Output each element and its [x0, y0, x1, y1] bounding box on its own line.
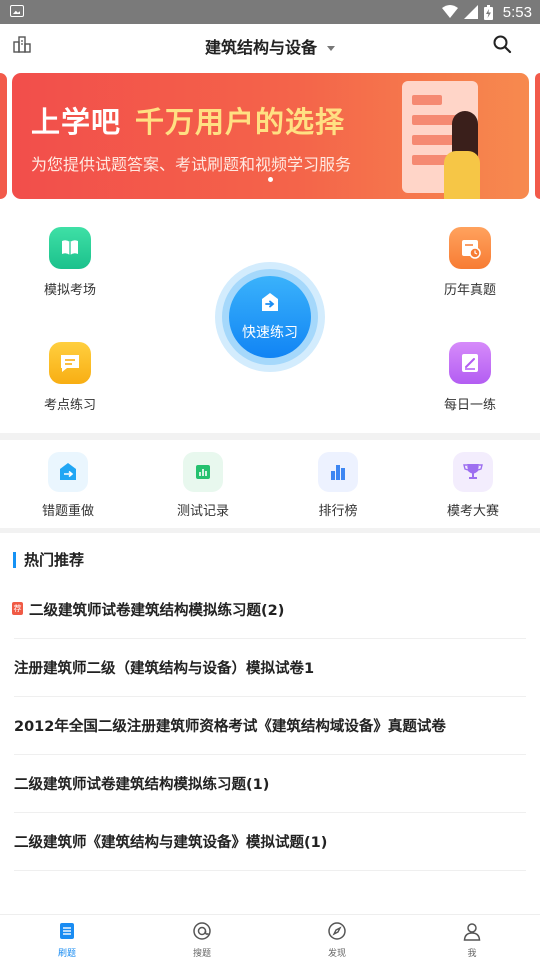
- tab-practice[interactable]: 刷题: [37, 921, 97, 959]
- status-icons: 5:53: [441, 0, 532, 24]
- section-divider: [0, 528, 540, 533]
- trophy-icon: [453, 452, 493, 492]
- clock-time: 5:53: [502, 3, 532, 21]
- status-bar: 5:53: [0, 0, 540, 24]
- banner-title: 上学吧 千万用户的选择: [31, 99, 345, 141]
- daily-practice-label: 每日一练: [443, 398, 496, 413]
- banner-prev-peek: [0, 73, 7, 199]
- edit-icon: [449, 342, 491, 384]
- wrong-redo-label: 错题重做: [41, 504, 94, 519]
- recommend-badge: 荐: [12, 602, 23, 615]
- list-item-title: 注册建筑师二级（建筑结构与设备）模拟试卷1: [14, 661, 315, 677]
- chart-record-icon: [183, 452, 223, 492]
- calendar-clock-icon: [449, 227, 491, 269]
- user-icon: [463, 923, 481, 941]
- ranking-entry[interactable]: 排行榜: [288, 452, 388, 519]
- quick-practice-core: 快速练习: [229, 276, 311, 358]
- bar-chart-icon: [318, 452, 358, 492]
- list-item[interactable]: 注册建筑师二级（建筑结构与设备）模拟试卷1: [14, 639, 526, 697]
- ranking-label: 排行榜: [318, 504, 358, 519]
- list-item[interactable]: 二级建筑师《建筑结构与建筑设备》模拟试题(1): [14, 813, 526, 871]
- list-item-title: 二级建筑师试卷建筑结构模拟练习题(2): [29, 603, 285, 619]
- daily-practice-entry[interactable]: 每日一练: [415, 342, 525, 413]
- bottom-tab-bar: 刷题 搜题 发现 我: [0, 914, 540, 960]
- wrong-redo-entry[interactable]: 错题重做: [18, 452, 118, 519]
- past-papers-entry[interactable]: 历年真题: [415, 227, 525, 298]
- list-item[interactable]: 2012年全国二级注册建筑师资格考试《建筑结构域设备》真题试卷: [14, 697, 526, 755]
- banner-slide[interactable]: 上学吧 千万用户的选择 为您提供试题答案、考试刷题和视频学习服务: [12, 73, 529, 199]
- quick-practice-label: 快速练习: [242, 325, 298, 341]
- battery-icon: [483, 4, 493, 20]
- tab-search-questions[interactable]: 搜题: [172, 921, 232, 959]
- tab-label: 发现: [327, 949, 346, 959]
- test-records-entry[interactable]: 测试记录: [153, 452, 253, 519]
- list-item-title: 二级建筑师《建筑结构与建筑设备》模拟试题(1): [14, 835, 328, 851]
- tab-me[interactable]: 我: [442, 921, 502, 959]
- banner-carousel[interactable]: 上学吧 千万用户的选择 为您提供试题答案、考试刷题和视频学习服务: [0, 73, 540, 199]
- tab-discover[interactable]: 发现: [307, 921, 367, 959]
- person-illustration-body: [444, 151, 480, 199]
- banner-subtitle: 为您提供试题答案、考试刷题和视频学习服务: [31, 155, 352, 174]
- list-item[interactable]: 荐 二级建筑师试卷建筑结构模拟练习题(2): [12, 581, 526, 639]
- compass-icon: [328, 922, 346, 940]
- point-practice-entry[interactable]: 考点练习: [15, 342, 125, 413]
- past-papers-label: 历年真题: [443, 283, 496, 298]
- mock-exam-label: 模拟考场: [43, 283, 96, 298]
- list-item[interactable]: 二级建筑师试卷建筑结构模拟练习题(1): [14, 755, 526, 813]
- arrow-right-box-icon: [262, 293, 278, 311]
- list-item-title: 2012年全国二级注册建筑师资格考试《建筑结构域设备》真题试卷: [14, 719, 446, 735]
- app-header: 建筑结构与设备: [0, 24, 540, 66]
- banner-title-slogan: 千万用户的选择: [135, 105, 346, 139]
- signal-icon: [463, 5, 478, 19]
- banner-next-peek: [535, 73, 540, 199]
- quick-practice-button[interactable]: 快速练习: [215, 262, 325, 372]
- list-icon: [60, 923, 74, 939]
- redo-icon: [48, 452, 88, 492]
- search-icon[interactable]: [492, 34, 512, 54]
- gallery-notification-icon: [10, 5, 24, 17]
- message-icon: [49, 342, 91, 384]
- banner-title-brand: 上学吧: [31, 105, 122, 139]
- tab-label: 刷题: [57, 949, 76, 959]
- book-icon: [49, 227, 91, 269]
- mock-contest-entry[interactable]: 模考大赛: [423, 452, 523, 519]
- section-divider: [0, 433, 540, 440]
- tab-label: 我: [467, 949, 477, 959]
- chevron-down-icon: [327, 46, 335, 51]
- section-title: 热门推荐: [13, 552, 84, 568]
- wifi-icon: [441, 5, 458, 18]
- mock-contest-label: 模考大赛: [446, 504, 499, 519]
- mock-exam-entry[interactable]: 模拟考场: [15, 227, 125, 298]
- list-item-title: 二级建筑师试卷建筑结构模拟练习题(1): [14, 777, 270, 793]
- subject-selector[interactable]: 建筑结构与设备: [0, 34, 540, 58]
- test-records-label: 测试记录: [176, 504, 229, 519]
- carousel-indicator: [268, 177, 273, 182]
- page-title: 建筑结构与设备: [204, 38, 317, 57]
- tab-label: 搜题: [192, 949, 211, 959]
- at-search-icon: [193, 922, 211, 940]
- point-practice-label: 考点练习: [43, 398, 96, 413]
